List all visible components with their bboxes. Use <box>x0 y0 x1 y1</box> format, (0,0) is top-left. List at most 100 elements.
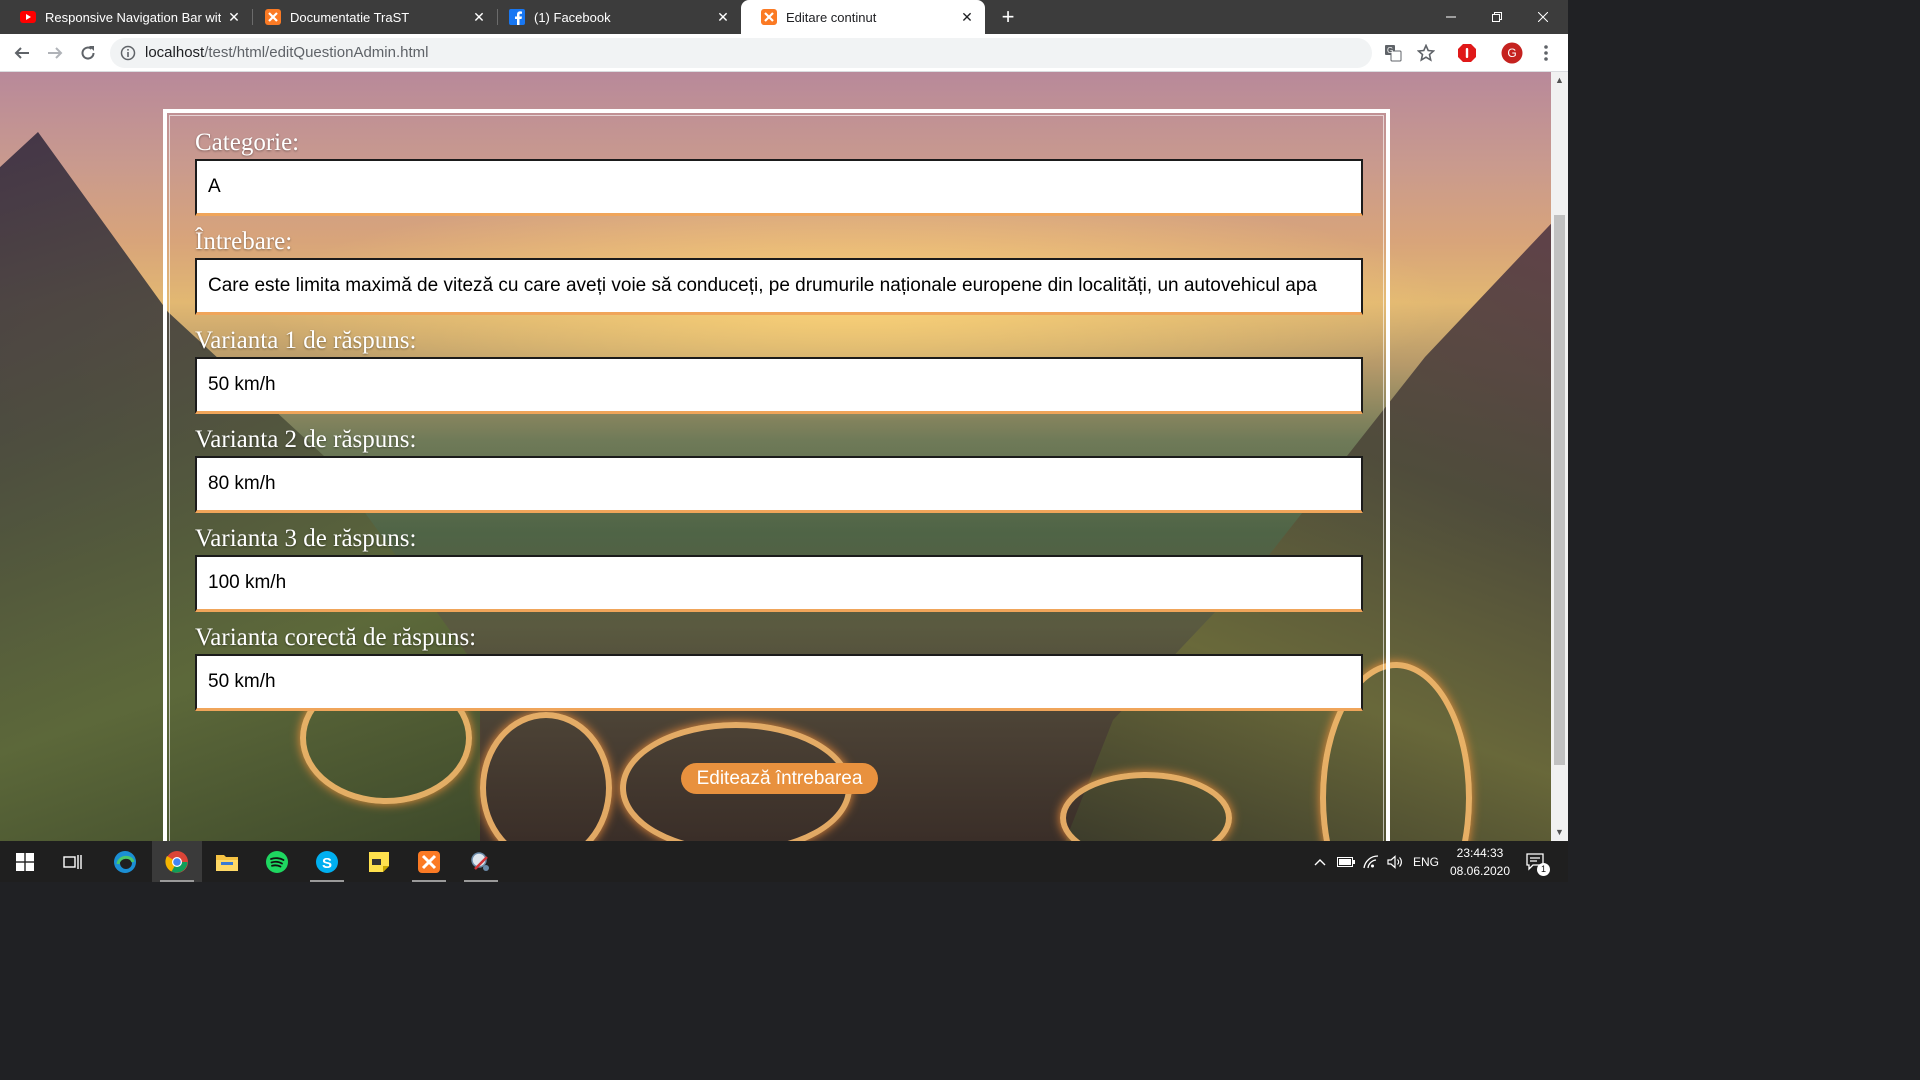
back-button[interactable] <box>10 41 34 65</box>
star-icon <box>1417 44 1435 62</box>
xampp-icon <box>265 9 281 25</box>
tab-documentatie-trast[interactable]: Documentatie TraST ✕ <box>245 0 497 34</box>
forward-button[interactable] <box>43 41 67 65</box>
bookmark-button[interactable] <box>1414 41 1438 65</box>
edge-icon <box>114 850 136 873</box>
folder-icon <box>216 854 238 871</box>
info-icon[interactable] <box>120 45 136 61</box>
close-icon[interactable]: ✕ <box>471 9 487 25</box>
wifi-icon <box>1363 854 1379 868</box>
category-label: Categorie: <box>195 129 300 156</box>
speaker-icon <box>1387 854 1402 869</box>
tab-editare-continut[interactable]: Editare continut ✕ <box>741 0 985 34</box>
taskbar-edge[interactable] <box>100 841 150 882</box>
svg-text:S: S <box>322 855 332 872</box>
tab-facebook[interactable]: (1) Facebook ✕ <box>489 0 741 34</box>
system-clock[interactable]: 23:44:33 08.06.2020 <box>1446 844 1514 880</box>
taskbar-spotify[interactable] <box>252 841 302 882</box>
chevron-up-icon <box>1314 858 1326 865</box>
chrome-icon <box>165 850 188 873</box>
taskbar-xampp[interactable] <box>404 841 454 882</box>
question-input[interactable]: Care este limita maximă de viteză cu car… <box>195 258 1363 315</box>
clock-date: 08.06.2020 <box>1449 864 1511 878</box>
tab-title: Editare continut <box>786 9 877 25</box>
browser-toolbar: localhost/test/html/editQuestionAdmin.ht… <box>0 34 1568 72</box>
kebab-menu-icon <box>1544 45 1548 61</box>
clock-time: 23:44:33 <box>1456 846 1504 860</box>
tab-title: (1) Facebook <box>534 9 611 25</box>
url-path: /test/html/editQuestionAdmin.html <box>204 44 429 61</box>
answer1-input[interactable]: 50 km/h <box>195 357 1363 414</box>
start-button[interactable] <box>0 841 50 882</box>
skype-icon: S <box>316 850 338 873</box>
taskbar-sticky-notes[interactable] <box>354 841 404 882</box>
windows-logo-icon <box>16 852 34 871</box>
close-icon[interactable]: ✕ <box>226 9 242 25</box>
back-arrow-icon <box>14 47 29 59</box>
edit-question-form: Categorie: A Întrebare: Care este limita… <box>163 109 1390 841</box>
new-tab-button[interactable]: + <box>996 5 1020 29</box>
answer2-label: Varianta 2 de răspuns: <box>195 426 417 453</box>
page-scrollbar[interactable]: ▲ ▼ <box>1551 72 1568 841</box>
answer3-input[interactable]: 100 km/h <box>195 555 1363 612</box>
minimize-icon <box>1446 16 1456 18</box>
translate-icon: G <box>1385 45 1402 62</box>
battery-status[interactable] <box>1334 841 1358 882</box>
scroll-thumb[interactable] <box>1554 215 1565 765</box>
sticky-note-icon <box>369 851 389 872</box>
translate-button[interactable]: G <box>1381 41 1405 65</box>
stop-sign-icon <box>1458 44 1476 62</box>
window-close-button[interactable] <box>1520 0 1566 34</box>
edit-question-button[interactable]: Editează întrebarea <box>681 763 878 794</box>
restore-button[interactable] <box>1474 0 1520 34</box>
volume-status[interactable] <box>1384 841 1406 882</box>
notification-badge: 1 <box>1537 863 1550 876</box>
task-view-button[interactable] <box>48 841 98 882</box>
facebook-icon <box>509 9 525 25</box>
notification-center-button[interactable]: 1 <box>1520 841 1552 882</box>
answer3-label: Varianta 3 de răspuns: <box>195 525 417 552</box>
tab-title: Documentatie TraST <box>290 9 410 25</box>
restore-icon <box>1492 12 1502 22</box>
profile-avatar[interactable]: G <box>1500 41 1524 65</box>
youtube-icon <box>20 9 36 25</box>
close-icon[interactable]: ✕ <box>959 9 975 25</box>
show-hidden-icons-button[interactable] <box>1310 841 1330 882</box>
xampp-icon <box>761 9 777 25</box>
scroll-up-icon[interactable]: ▲ <box>1551 72 1568 89</box>
spotify-icon <box>266 850 288 873</box>
windows-taskbar: S ENG 23:44:33 08.06.2020 1 <box>0 841 1568 882</box>
page-viewport: Categorie: A Întrebare: Care este limita… <box>0 72 1551 841</box>
profile-initial: G <box>1507 46 1517 60</box>
forward-arrow-icon <box>48 47 63 59</box>
answer2-input[interactable]: 80 km/h <box>195 456 1363 513</box>
minimize-button[interactable] <box>1428 0 1474 34</box>
close-icon[interactable]: ✕ <box>715 9 731 25</box>
tab-responsive-navigation[interactable]: Responsive Navigation Bar with I ✕ <box>0 0 252 34</box>
url-text: localhost/test/html/editQuestionAdmin.ht… <box>145 38 428 68</box>
xampp-icon <box>418 850 440 873</box>
tab-title: Responsive Navigation Bar with I <box>45 9 221 25</box>
correct-answer-label: Varianta corectă de răspuns: <box>195 624 477 651</box>
close-icon <box>1538 12 1548 22</box>
taskbar-chrome[interactable] <box>152 841 202 882</box>
taskbar-file-explorer[interactable] <box>202 841 252 882</box>
task-view-icon <box>63 854 82 869</box>
taskbar-skype[interactable]: S <box>302 841 352 882</box>
category-input[interactable]: A <box>195 159 1363 216</box>
correct-answer-input[interactable]: 50 km/h <box>195 654 1363 711</box>
url-host: localhost <box>145 44 205 61</box>
wifi-status[interactable] <box>1360 841 1382 882</box>
address-bar[interactable]: localhost/test/html/editQuestionAdmin.ht… <box>110 38 1372 68</box>
svg-text:G: G <box>1387 46 1393 55</box>
battery-icon <box>1337 856 1355 867</box>
reload-button[interactable] <box>76 41 100 65</box>
browser-tabstrip: Responsive Navigation Bar with I ✕ Docum… <box>0 0 1568 34</box>
chrome-menu-button[interactable] <box>1534 41 1558 65</box>
language-indicator[interactable]: ENG <box>1410 841 1442 882</box>
reload-icon <box>81 46 95 60</box>
scroll-down-icon[interactable]: ▼ <box>1551 824 1568 841</box>
adblock-extension-button[interactable] <box>1455 41 1479 65</box>
question-label: Întrebare: <box>195 228 293 255</box>
taskbar-snipping-tool[interactable] <box>456 841 506 882</box>
